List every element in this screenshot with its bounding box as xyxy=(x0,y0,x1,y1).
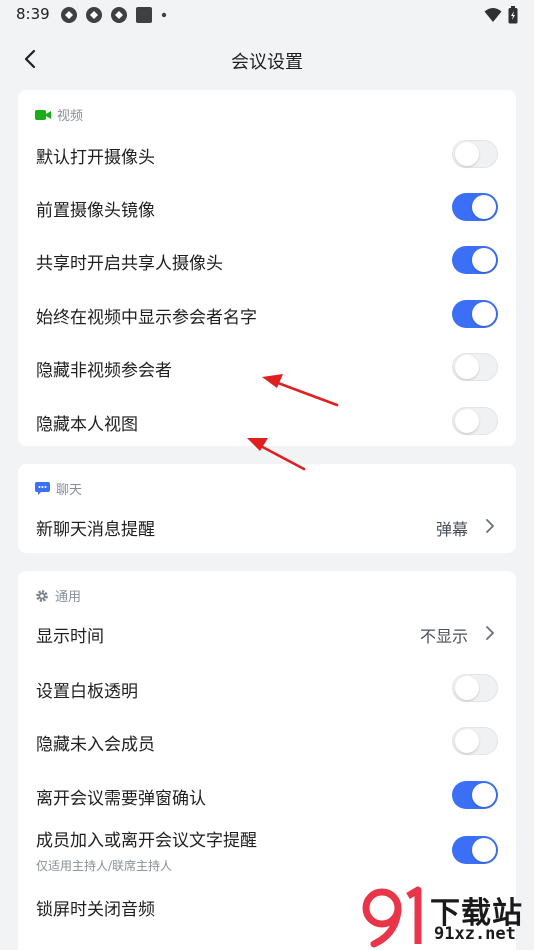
chevron-right-icon xyxy=(486,519,494,533)
chat-section-title: 聊天 xyxy=(56,483,83,498)
setting-row-hide-non-video[interactable]: 隐藏非视频参会者 xyxy=(18,347,516,387)
setting-row-default-camera[interactable]: 默认打开摄像头 xyxy=(18,134,516,174)
watermark-url: 91xz.net xyxy=(434,924,516,944)
setting-label: 共享时开启共享人摄像头 xyxy=(36,254,223,274)
general-section-header: 通用 xyxy=(35,586,81,605)
setting-row-hide-self-view[interactable]: 隐藏本人视图 xyxy=(18,401,516,441)
91-logo-icon xyxy=(362,886,422,948)
setting-row-front-camera-mirror[interactable]: 前置摄像头镜像 xyxy=(18,187,516,227)
show-names-toggle[interactable] xyxy=(452,300,498,328)
chat-section-header: 聊天 xyxy=(35,479,82,498)
setting-label: 成员加入或离开会议文字提醒 xyxy=(36,831,257,851)
setting-label: 显示时间 xyxy=(36,627,104,647)
default-camera-toggle[interactable] xyxy=(452,140,498,168)
setting-value: 弹幕 xyxy=(435,520,468,539)
setting-row-share-camera[interactable]: 共享时开启共享人摄像头 xyxy=(18,240,516,280)
wifi-icon xyxy=(484,8,502,22)
site-watermark: 下载站 91xz.net xyxy=(362,886,530,948)
share-camera-toggle[interactable] xyxy=(452,246,498,274)
app-notification-icon xyxy=(61,7,77,23)
setting-row-show-names[interactable]: 始终在视频中显示参会者名字 xyxy=(18,294,516,334)
chat-bubble-icon xyxy=(35,482,50,495)
setting-label: 隐藏本人视图 xyxy=(36,415,138,435)
image-notification-icon xyxy=(136,7,152,23)
setting-label: 隐藏非视频参会者 xyxy=(36,361,172,381)
setting-label: 默认打开摄像头 xyxy=(36,148,155,168)
dot-icon xyxy=(161,12,167,18)
video-section-header: 视频 xyxy=(35,105,83,124)
setting-row-leave-confirm[interactable]: 离开会议需要弹窗确认 xyxy=(18,775,516,815)
setting-label: 锁屏时关闭音频 xyxy=(36,900,155,920)
setting-row-display-time[interactable]: 显示时间 不显示 xyxy=(18,613,516,653)
leave-confirm-toggle[interactable] xyxy=(452,781,498,809)
setting-label: 新聊天消息提醒 xyxy=(36,520,155,540)
nav-bar: 会议设置 xyxy=(0,30,534,88)
app-notification-icon xyxy=(86,7,102,23)
setting-row-whiteboard-transparent[interactable]: 设置白板透明 xyxy=(18,668,516,708)
video-section-title: 视频 xyxy=(57,109,84,124)
hide-self-view-toggle[interactable] xyxy=(452,407,498,435)
setting-label: 始终在视频中显示参会者名字 xyxy=(36,308,257,328)
setting-row-hide-absent-members[interactable]: 隐藏未入会成员 xyxy=(18,721,516,761)
whiteboard-transparent-toggle[interactable] xyxy=(452,674,498,702)
page-title: 会议设置 xyxy=(231,52,303,73)
hide-absent-members-toggle[interactable] xyxy=(452,727,498,755)
video-camera-icon xyxy=(35,109,51,120)
setting-sublabel: 仅适用主持人/联席主持人 xyxy=(36,859,173,873)
status-time: 8:39 xyxy=(16,5,50,23)
setting-label: 离开会议需要弹窗确认 xyxy=(36,789,206,809)
general-section-title: 通用 xyxy=(55,590,82,605)
gear-icon xyxy=(36,589,48,602)
status-bar: 8:39 xyxy=(0,0,534,30)
setting-row-member-join-leave-alert[interactable]: 成员加入或离开会议文字提醒 仅适用主持人/联席主持人 xyxy=(18,824,516,878)
setting-value: 不显示 xyxy=(419,627,468,646)
setting-label: 前置摄像头镜像 xyxy=(36,201,155,221)
setting-label: 隐藏未入会成员 xyxy=(36,735,155,755)
battery-icon xyxy=(508,6,518,24)
front-camera-mirror-toggle[interactable] xyxy=(452,193,498,221)
hide-non-video-toggle[interactable] xyxy=(452,353,498,381)
setting-row-new-chat-alert[interactable]: 新聊天消息提醒 弹幕 xyxy=(18,506,516,546)
setting-label: 设置白板透明 xyxy=(36,682,138,702)
app-notification-icon xyxy=(111,7,127,23)
chevron-right-icon xyxy=(486,626,494,640)
member-join-leave-toggle[interactable] xyxy=(452,836,498,864)
